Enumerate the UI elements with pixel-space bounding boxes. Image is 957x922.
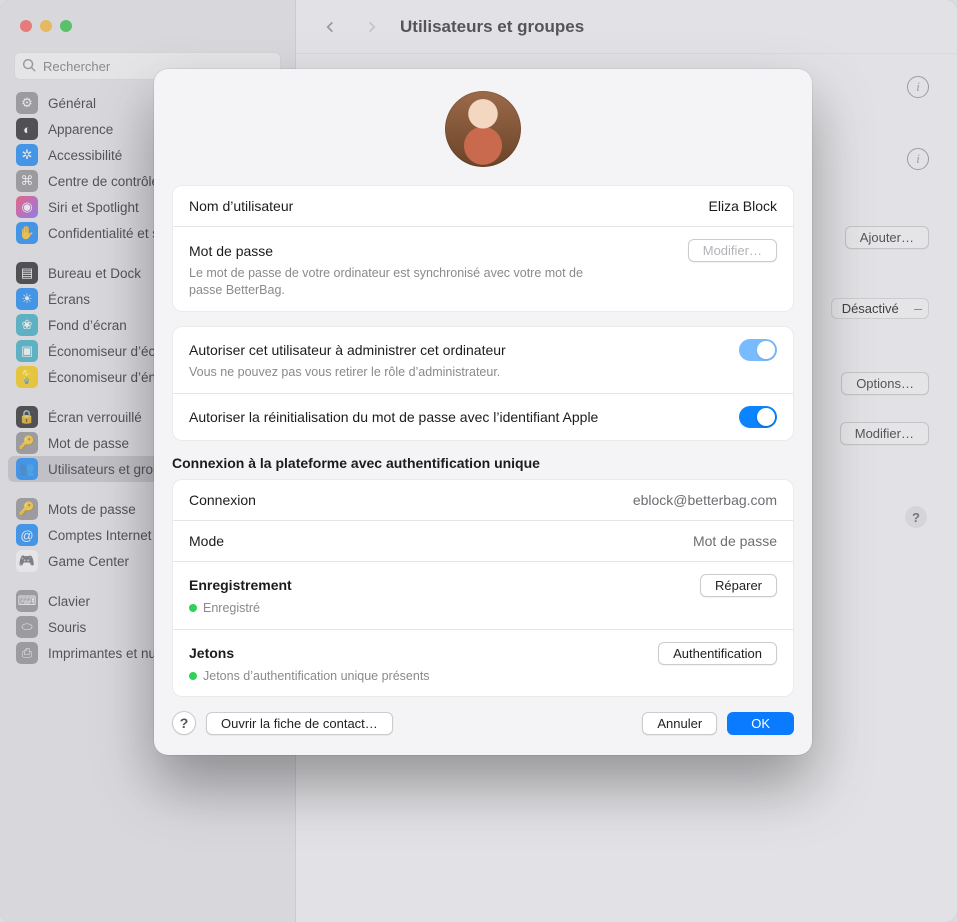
identity-group: Nom d’utilisateur Eliza Block Mot de pas… <box>172 185 794 312</box>
admin-sublabel: Vous ne pouvez pas vous retirer le rôle … <box>189 364 619 381</box>
ok-button[interactable]: OK <box>727 712 794 735</box>
admin-toggle <box>739 339 777 361</box>
sso-mode-label: Mode <box>189 533 224 549</box>
sheet-footer: ? Ouvrir la fiche de contact… Annuler OK <box>172 711 794 735</box>
sso-login-label: Connexion <box>189 492 256 508</box>
sso-registration-row: Enregistrement Réparer Enregistré <box>173 562 793 630</box>
sso-login-value: eblock@betterbag.com <box>633 492 777 508</box>
avatar[interactable] <box>445 91 521 167</box>
admin-row: Autoriser cet utilisateur à administrer … <box>173 327 793 394</box>
username-row: Nom d’utilisateur Eliza Block <box>173 186 793 227</box>
sso-repair-button[interactable]: Réparer <box>700 574 777 597</box>
appleid-reset-label: Autoriser la réinitialisation du mot de … <box>189 409 598 425</box>
password-sublabel: Le mot de passe de votre ordinateur est … <box>189 265 619 299</box>
sso-login-row: Connexion eblock@betterbag.com <box>173 480 793 521</box>
password-row: Mot de passe Modifier… Le mot de passe d… <box>173 227 793 311</box>
password-label: Mot de passe <box>189 243 273 259</box>
cancel-button[interactable]: Annuler <box>642 712 717 735</box>
change-password-button: Modifier… <box>688 239 777 262</box>
admin-label: Autoriser cet utilisateur à administrer … <box>189 342 506 358</box>
sso-auth-button[interactable]: Authentification <box>658 642 777 665</box>
sso-mode-value: Mot de passe <box>693 533 777 549</box>
sso-tokens-row: Jetons Authentification Jetons d’authent… <box>173 630 793 697</box>
sso-group: Connexion eblock@betterbag.com Mode Mot … <box>172 479 794 698</box>
username-label: Nom d’utilisateur <box>189 198 293 214</box>
status-dot-icon <box>189 672 197 680</box>
sso-mode-row: Mode Mot de passe <box>173 521 793 562</box>
sso-section-title: Connexion à la plateforme avec authentif… <box>172 455 794 471</box>
sso-tokens-status: Jetons d’authentification unique présent… <box>189 668 619 685</box>
sso-registration-status: Enregistré <box>189 600 619 617</box>
user-details-sheet: Nom d’utilisateur Eliza Block Mot de pas… <box>154 69 812 755</box>
sso-registration-label: Enregistrement <box>189 577 292 593</box>
appleid-reset-toggle[interactable] <box>739 406 777 428</box>
permissions-group: Autoriser cet utilisateur à administrer … <box>172 326 794 441</box>
help-button[interactable]: ? <box>172 711 196 735</box>
open-contact-button[interactable]: Ouvrir la fiche de contact… <box>206 712 393 735</box>
appleid-reset-row: Autoriser la réinitialisation du mot de … <box>173 394 793 440</box>
sso-tokens-label: Jetons <box>189 645 234 661</box>
username-value: Eliza Block <box>709 198 777 214</box>
status-dot-icon <box>189 604 197 612</box>
